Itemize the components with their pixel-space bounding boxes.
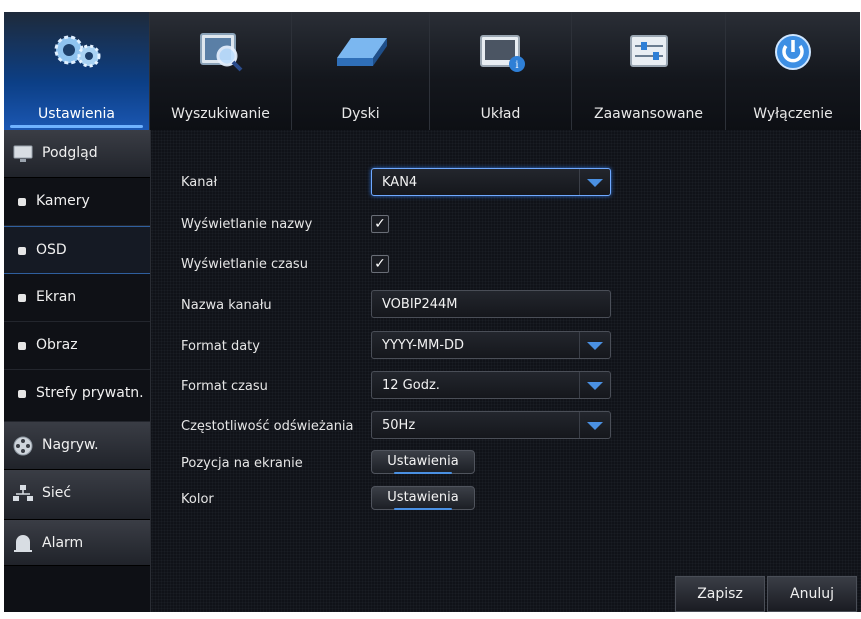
- time-format-select[interactable]: 12 Godz.: [371, 371, 611, 399]
- refresh-rate-label: Częstotliwość odświeżania: [181, 419, 354, 434]
- sidebar-item-strefy-prywatn[interactable]: Strefy prywatn.: [4, 370, 150, 422]
- channel-select[interactable]: KAN4: [371, 168, 611, 196]
- show-time-label: Wyświetlanie czasu: [181, 257, 308, 272]
- sidebar-item-label: Obraz: [36, 337, 78, 353]
- sidebar-item-label: Ekran: [36, 289, 77, 305]
- monitor-icon: [13, 145, 33, 162]
- channel-name-input[interactable]: VOBIP244M: [371, 290, 611, 318]
- checkmark-icon: ✓: [374, 256, 386, 272]
- save-button[interactable]: Zapisz: [675, 576, 765, 612]
- tab-label: Wyszukiwanie: [171, 106, 270, 122]
- sidebar-item-label: Alarm: [42, 535, 84, 551]
- sidebar-item-label: Nagryw.: [42, 437, 99, 453]
- sidebar-item-osd[interactable]: OSD: [4, 226, 150, 274]
- tab-label: Układ: [480, 106, 521, 122]
- top-nav: Ustawienia Wyszukiwanie Dyski i Układ Za…: [4, 12, 860, 130]
- tab-wyszukiwanie[interactable]: Wyszukiwanie: [150, 12, 292, 130]
- bullet-icon: [18, 198, 26, 206]
- bullet-icon: [18, 390, 26, 398]
- dvr-settings-window: Ustawienia Wyszukiwanie Dyski i Układ Za…: [4, 12, 861, 612]
- tab-label: Dyski: [341, 106, 380, 122]
- position-settings-button[interactable]: Ustawienia: [371, 450, 475, 474]
- show-name-label: Wyświetlanie nazwy: [181, 217, 313, 232]
- network-icon: [13, 485, 33, 501]
- power-icon: [775, 34, 811, 70]
- bullet-icon: [18, 342, 26, 350]
- chevron-down-icon[interactable]: [579, 332, 610, 358]
- cancel-button[interactable]: Anuluj: [767, 576, 857, 612]
- time-format-label: Format czasu: [181, 379, 268, 394]
- tab-label: Wyłączenie: [753, 106, 833, 122]
- sidebar-item-obraz[interactable]: Obraz: [4, 322, 150, 370]
- refresh-rate-select[interactable]: 50Hz: [371, 411, 611, 439]
- show-time-checkbox[interactable]: ✓: [371, 255, 389, 273]
- sidebar-item-label: Strefy prywatn.: [36, 385, 144, 401]
- tab-uklad[interactable]: i Układ: [430, 12, 572, 130]
- osd-settings-panel: Kanał KAN4 Wyświetlanie nazwy ✓ Wyświetl…: [150, 130, 861, 612]
- chevron-down-icon[interactable]: [579, 412, 610, 438]
- svg-text:i: i: [515, 60, 518, 71]
- chevron-down-icon[interactable]: [579, 372, 610, 398]
- tab-label: Zaawansowane: [593, 106, 704, 122]
- tab-wylaczenie[interactable]: Wyłączenie: [726, 12, 860, 130]
- tab-ustawienia[interactable]: Ustawienia: [4, 12, 150, 130]
- magnifier-icon: [199, 33, 242, 72]
- sidebar-item-label: OSD: [36, 242, 67, 258]
- color-label: Kolor: [181, 492, 214, 507]
- time-format-value: 12 Godz.: [382, 378, 440, 393]
- date-format-label: Format daty: [181, 339, 260, 354]
- channel-label: Kanał: [181, 175, 218, 190]
- sidebar-item-ekran[interactable]: Ekran: [4, 274, 150, 322]
- date-format-select[interactable]: YYYY-MM-DD: [371, 331, 611, 359]
- tab-dyski[interactable]: Dyski: [292, 12, 430, 130]
- sidebar-item-label: Sieć: [42, 485, 72, 501]
- channel-name-value: VOBIP244M: [382, 297, 458, 312]
- tab-label: Ustawienia: [38, 106, 115, 122]
- checkmark-icon: ✓: [374, 216, 386, 232]
- color-settings-button[interactable]: Ustawienia: [371, 486, 475, 510]
- sidebar-item-siec[interactable]: Sieć: [4, 470, 150, 520]
- refresh-rate-value: 50Hz: [382, 418, 416, 433]
- bullet-icon: [18, 247, 26, 255]
- channel-name-label: Nazwa kanału: [181, 298, 272, 313]
- channel-value: KAN4: [382, 175, 418, 190]
- sidebar-item-podglad[interactable]: Podgląd: [4, 130, 150, 178]
- sidebar-item-alarm[interactable]: Alarm: [4, 520, 150, 566]
- position-label: Pozycja na ekranie: [181, 456, 303, 471]
- sidebar-item-label: Podgląd: [42, 145, 98, 161]
- chevron-down-icon[interactable]: [579, 169, 610, 195]
- bullet-icon: [18, 294, 26, 302]
- film-reel-icon: [13, 436, 33, 456]
- gears-icon: [54, 35, 100, 68]
- date-format-value: YYYY-MM-DD: [382, 338, 465, 353]
- show-name-checkbox[interactable]: ✓: [371, 215, 389, 233]
- alarm-bell-icon: [14, 535, 32, 552]
- sidebar: Podgląd Kamery OSD Ekran Obraz Strefy pr…: [4, 130, 150, 612]
- hard-disk-icon: [336, 38, 387, 66]
- sidebar-item-kamery[interactable]: Kamery: [4, 178, 150, 226]
- system-info-icon: i: [479, 35, 525, 72]
- sidebar-item-nagryw[interactable]: Nagryw.: [4, 422, 150, 470]
- tab-zaawansowane[interactable]: Zaawansowane: [572, 12, 726, 130]
- sliders-icon: [629, 35, 668, 67]
- sidebar-item-label: Kamery: [36, 193, 90, 209]
